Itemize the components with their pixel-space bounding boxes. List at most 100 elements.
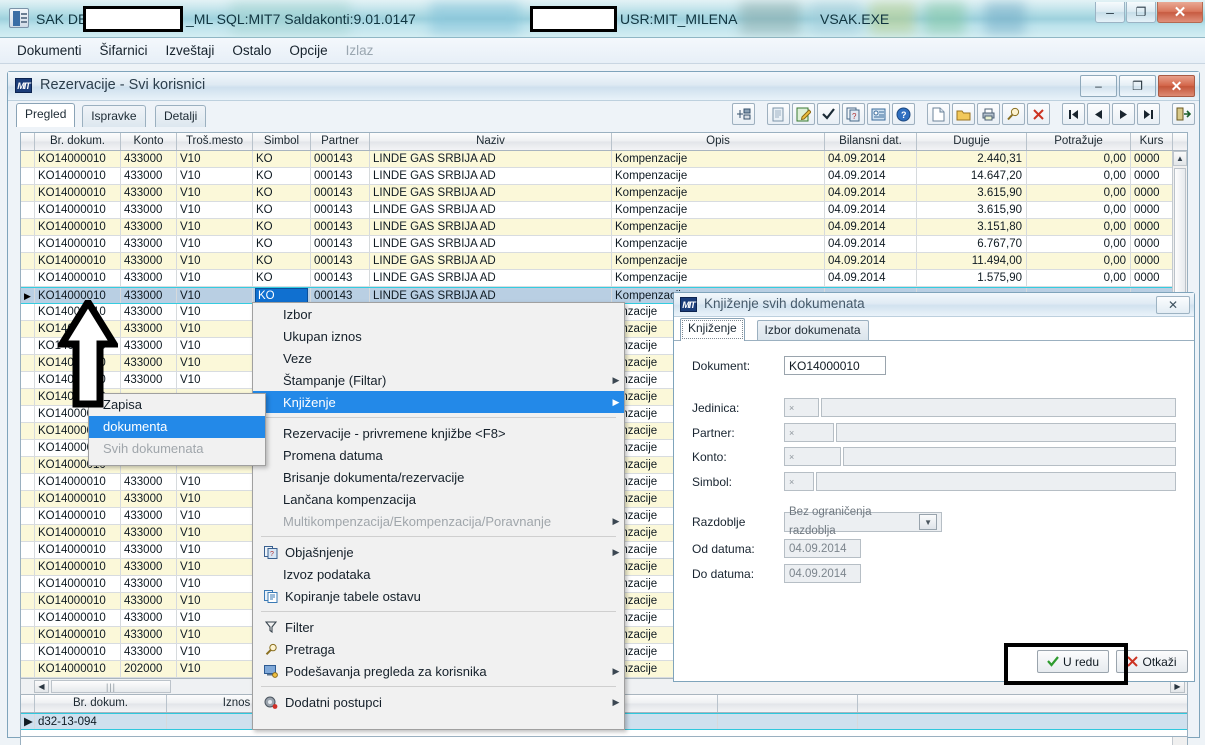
scroll-up-arrow-icon[interactable]: ▲ [1173,151,1187,166]
cell-duguje[interactable]: 14.647,20 [917,168,1027,184]
dokument-input[interactable]: KO14000010 [784,356,886,375]
do-datuma-input[interactable]: 04.09.2014 [784,564,861,583]
scroll-left-arrow-icon[interactable]: ◀ [34,680,49,693]
context-menu-item-knji-enje[interactable]: Knjiženje ▶ [253,391,624,413]
cell-konto[interactable]: 433000 [121,219,177,235]
first-record-icon-button[interactable] [1062,103,1085,125]
cell-marker[interactable] [21,576,35,592]
context-menu-item-izvoz-podataka[interactable]: Izvoz podataka [253,563,624,585]
cell-tros_mesto[interactable]: V10 [177,270,253,286]
copy-question-icon-button[interactable]: ? [842,103,865,125]
cell-duguje[interactable]: 1.575,90 [917,270,1027,286]
cell-tros_mesto[interactable]: V10 [177,304,253,320]
cell-marker[interactable] [21,236,35,252]
cell-tros_mesto[interactable]: V10 [177,338,253,354]
context-menu-item-pretraga[interactable]: Pretraga [253,638,624,660]
details-cell-br_dokum[interactable]: d32-13-094 [35,714,167,729]
cell-opis[interactable]: Kompenzacije [612,236,825,252]
table-row[interactable]: KO14000010 433000 V10 KO 000143 LINDE GAS SRB… [21,219,1172,236]
cell-konto[interactable]: 433000 [121,610,177,626]
last-record-icon-button[interactable] [1137,103,1160,125]
grid-header-konto[interactable]: Konto [121,133,177,150]
cell-bilansni_dat[interactable]: 04.09.2014 [825,253,917,269]
table-row[interactable]: KO14000010 433000 V10 KO 000143 LINDE GAS SRB… [21,168,1172,185]
cell-duguje[interactable]: 2.440,31 [917,151,1027,167]
details-header-c6[interactable] [718,695,858,712]
cell-br_dokum[interactable]: KO14000010 [35,185,121,201]
table-row[interactable]: KO14000010 433000 V10 KO 000143 LINDE GAS SRB… [21,253,1172,270]
cell-marker[interactable] [21,525,35,541]
cell-marker[interactable] [21,270,35,286]
cell-marker[interactable] [21,253,35,269]
dialog-close-button[interactable]: ✕ [1156,296,1190,314]
cell-kurs[interactable]: 0000 [1131,270,1172,286]
cell-konto[interactable]: 433000 [121,236,177,252]
cell-tros_mesto[interactable]: V10 [177,491,253,507]
cell-konto[interactable]: 433000 [121,559,177,575]
cell-br_dokum[interactable]: KO14000010 [35,525,121,541]
delete-x-icon-button[interactable] [1027,103,1050,125]
edit-note-icon-button[interactable] [792,103,815,125]
cell-tros_mesto[interactable]: V10 [177,288,253,303]
cell-tros_mesto[interactable]: V10 [177,627,253,643]
cell-konto[interactable]: 433000 [121,288,177,303]
cell-konto[interactable]: 433000 [121,338,177,354]
cell-tros_mesto[interactable]: V10 [177,168,253,184]
cell-potrazuje[interactable]: 0,00 [1027,202,1131,218]
cell-marker[interactable] [21,440,35,456]
details-cell-marker[interactable]: ▶ [21,714,35,729]
cell-konto[interactable]: 433000 [121,576,177,592]
context-menu-item-obja-njenje[interactable]: ? Objašnjenje ▶ [253,541,624,563]
jedinica-code-input[interactable]: × [784,398,819,417]
cell-tros_mesto[interactable]: V10 [177,508,253,524]
details-header-marker[interactable] [21,695,35,712]
cell-potrazuje[interactable]: 0,00 [1027,185,1131,201]
cell-tros_mesto[interactable]: V10 [177,525,253,541]
grid-header-potrazuje[interactable]: Potražuje [1027,133,1131,150]
cell-konto[interactable]: 433000 [121,542,177,558]
cell-partner[interactable]: 000143 [311,168,370,184]
layout-columns-icon-button[interactable] [732,103,755,125]
context-menu-item-pode-avanja-pregleda-za-korisnika[interactable]: Podešavanja pregleda za korisnika ▶ [253,660,624,682]
knjizenje-dialog[interactable]: MIT Knjiženje svih dokumenata ✕ Knjiženj… [673,292,1195,682]
cell-br_dokum[interactable]: KO14000010 [35,627,121,643]
cell-kurs[interactable]: 0000 [1131,151,1172,167]
cell-marker[interactable] [21,644,35,660]
cell-tros_mesto[interactable]: V10 [177,644,253,660]
simbol-name-input[interactable] [816,472,1176,491]
cell-marker[interactable] [21,610,35,626]
cell-marker[interactable] [21,593,35,609]
cell-marker[interactable] [21,491,35,507]
cell-br_dokum[interactable]: KO14000010 [35,559,121,575]
cell-kurs[interactable]: 0000 [1131,185,1172,201]
cell-simbol[interactable]: KO [253,202,311,218]
cell-br_dokum[interactable]: KO14000010 [35,508,121,524]
cell-konto[interactable]: 433000 [121,304,177,320]
context-menu-item-veze[interactable]: Veze [253,347,624,369]
cell-marker[interactable] [21,389,35,405]
cell-br_dokum[interactable]: KO14000010 [35,270,121,286]
cell-br_dokum[interactable]: KO14000010 [35,168,121,184]
grid-header-marker[interactable] [21,133,35,150]
cell-opis[interactable]: Kompenzacije [612,202,825,218]
cell-marker[interactable] [21,508,35,524]
cell-potrazuje[interactable]: 0,00 [1027,168,1131,184]
menu-item-izvetaji[interactable]: Izveštaji [157,40,224,61]
cell-marker[interactable] [21,321,35,337]
print-icon-button[interactable] [977,103,1000,125]
cell-opis[interactable]: Kompenzacije [612,270,825,286]
maximize-button[interactable]: ❐ [1126,2,1156,23]
submenu-item-dokumenta[interactable]: dokumenta [89,416,265,438]
cell-marker[interactable] [21,474,35,490]
cell-marker[interactable] [21,423,35,439]
cell-tros_mesto[interactable]: V10 [177,559,253,575]
horizontal-scroll-thumb[interactable]: ||| [51,680,171,693]
details-cell-c6[interactable] [718,714,858,729]
context-menu-item-rezervacije-privremene-knji-be-f8[interactable]: Rezervacije - privremene knjižbe <F8> [253,422,624,444]
cell-kurs[interactable]: 0000 [1131,202,1172,218]
cell-marker[interactable] [21,338,35,354]
cell-br_dokum[interactable]: KO14000010 [35,491,121,507]
menu-item-ifarnici[interactable]: Šifarnici [91,40,157,61]
context-menu-item-brisanje-dokumenta-rezervacije[interactable]: Brisanje dokumenta/rezervacije [253,466,624,488]
cell-tros_mesto[interactable]: V10 [177,355,253,371]
